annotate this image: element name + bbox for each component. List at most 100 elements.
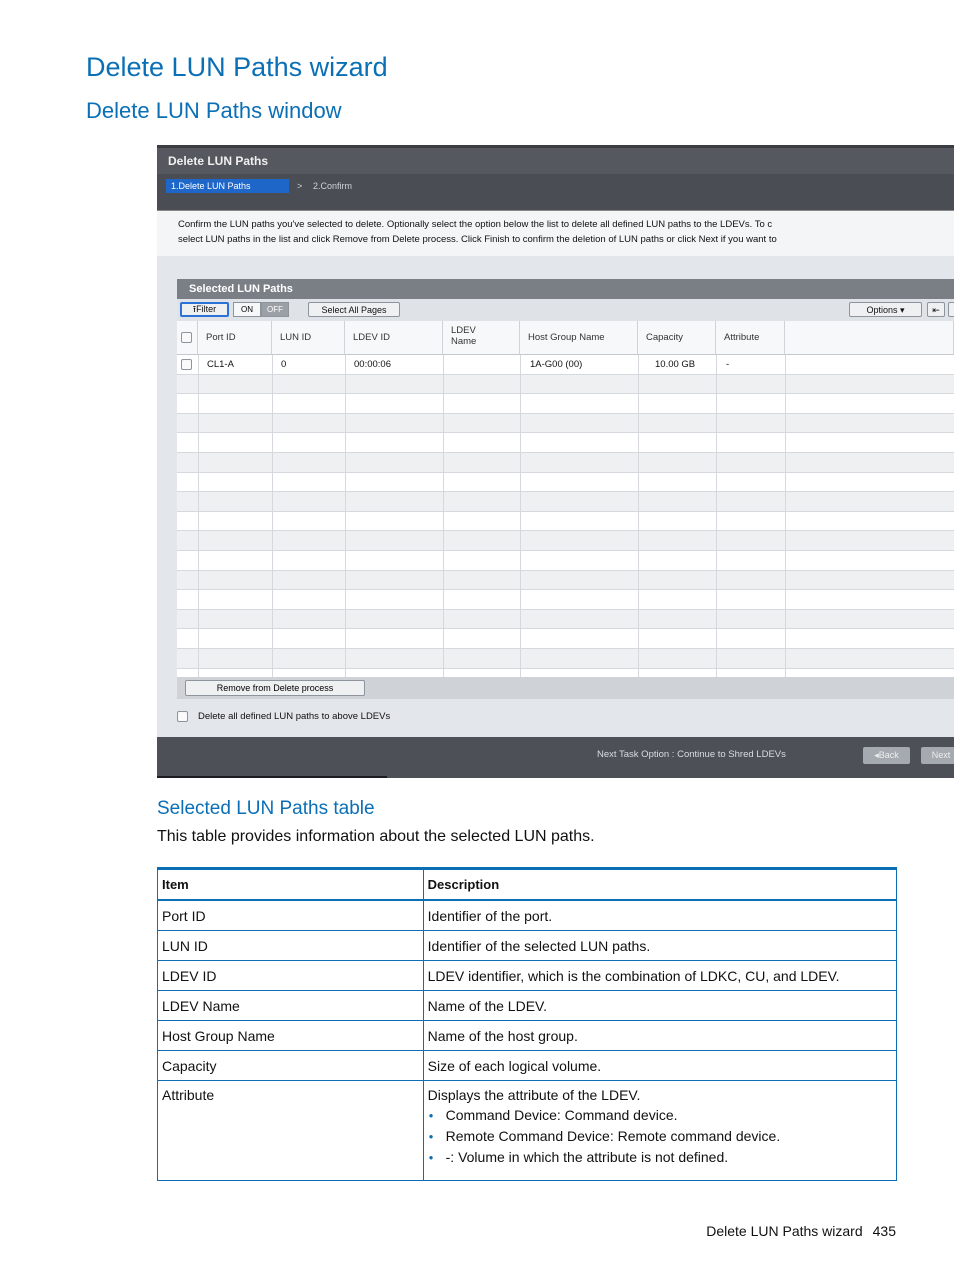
remove-from-delete-process-button[interactable]: Remove from Delete process [185, 680, 365, 696]
table-row [177, 433, 954, 453]
prev-page-icon[interactable] [948, 302, 954, 317]
next-task-option[interactable]: Next Task Option : Continue to Shred LDE… [597, 749, 786, 760]
column-divider [785, 355, 786, 677]
window-footer: Next Task Option : Continue to Shred LDE… [157, 737, 954, 778]
table-row [177, 531, 954, 551]
column-header[interactable]: Capacity [638, 321, 716, 355]
item-cell: Capacity [157, 1050, 424, 1081]
list-item: -: Volume in which the attribute is not … [429, 1149, 892, 1165]
column-header[interactable]: Port ID [198, 321, 272, 355]
column-divider [198, 355, 199, 677]
column-divider [638, 355, 639, 677]
next-button[interactable]: Next [921, 747, 954, 764]
description-cell: LDEV identifier, which is the combinatio… [422, 960, 898, 991]
column-divider [520, 355, 521, 677]
table-row [177, 492, 954, 512]
select-all-checkbox[interactable] [181, 332, 192, 343]
table-row [177, 512, 954, 532]
item-cell: LDEV Name [157, 990, 424, 1021]
options-dropdown[interactable]: Options ▾ [849, 302, 922, 317]
select-all-pages-button[interactable]: Select All Pages [308, 302, 400, 317]
window-instructions: Confirm the LUN paths you've selected to… [157, 210, 954, 256]
table-row: LDEV ID LDEV identifier, which is the co… [157, 960, 898, 991]
column-divider [345, 355, 346, 677]
filter-on-toggle[interactable]: ON [233, 302, 261, 317]
table-row [177, 453, 954, 473]
cell-host-group: 1A-G00 (00) [530, 359, 583, 370]
item-cell: Port ID [157, 899, 424, 931]
table-section-title: Selected LUN Paths table [157, 798, 375, 819]
attribute-bullet-list: Command Device: Command device. Remote C… [428, 1107, 892, 1165]
column-header[interactable]: Attribute [716, 321, 785, 355]
table-row [177, 473, 954, 493]
description-cell: Identifier of the port. [422, 899, 898, 931]
column-header-label: LDEV Name [451, 325, 477, 347]
table-row: Host Group Name Name of the host group. [157, 1020, 898, 1051]
step-separator: > [297, 181, 303, 191]
column-header-empty [785, 321, 954, 355]
table-row: Port ID Identifier of the port. [157, 899, 898, 931]
description-cell: Size of each logical volume. [422, 1050, 898, 1081]
filter-button[interactable]: ⭱Filter [180, 302, 229, 317]
footer-title: Delete LUN Paths wizard [706, 1223, 863, 1239]
back-button[interactable]: ◂Back [863, 747, 910, 764]
item-cell: LDEV ID [157, 960, 424, 991]
item-cell: LUN ID [157, 930, 424, 961]
item-cell: Host Group Name [157, 1020, 424, 1051]
select-all-header [177, 321, 198, 355]
cell-ldev-id: 00:00:06 [354, 359, 391, 370]
table-row: LDEV Name Name of the LDEV. [157, 990, 898, 1021]
page-number: 435 [872, 1223, 896, 1239]
description-cell: Name of the host group. [422, 1020, 898, 1051]
table-row [177, 649, 954, 669]
row-checkbox[interactable] [181, 359, 192, 370]
instruction-line-1: Confirm the LUN paths you've selected to… [178, 219, 773, 230]
section-heading: Delete LUN Paths window [86, 98, 342, 123]
filter-off-toggle[interactable]: OFF [261, 302, 289, 317]
description-cell: Name of the LDEV. [422, 990, 898, 1021]
table-row [177, 413, 954, 434]
attribute-description: Displays the attribute of the LDEV. [427, 1087, 641, 1103]
step-confirm[interactable]: 2.Confirm [313, 179, 352, 193]
cell-port-id: CL1-A [207, 359, 234, 370]
cell-lun-id: 0 [281, 359, 287, 370]
header-description: Description [422, 868, 898, 901]
instruction-line-2: select LUN paths in the list and click R… [178, 234, 777, 245]
table-row [177, 394, 954, 414]
table-header-row: Item Description [157, 868, 898, 901]
panel-toolbar: ⭱Filter ON OFF Select All Pages Options … [177, 299, 954, 321]
table-row [177, 629, 954, 649]
window-bottom-edge [157, 776, 387, 778]
column-header[interactable]: LUN ID [272, 321, 345, 355]
item-cell: Attribute [157, 1080, 424, 1181]
table-row: Capacity Size of each logical volume. [157, 1050, 898, 1081]
column-divider [716, 355, 717, 677]
list-item: Remote Command Device: Remote command de… [429, 1128, 892, 1144]
delete-lun-paths-window-screenshot: Delete LUN Paths 1.Delete LUN Paths > 2.… [157, 145, 954, 778]
description-cell: Identifier of the selected LUN paths. [422, 930, 898, 961]
item-description-table: Item Description Port ID Identifier of t… [157, 867, 898, 1181]
table-row: LUN ID Identifier of the selected LUN pa… [157, 930, 898, 961]
step-delete-lun-paths[interactable]: 1.Delete LUN Paths [166, 179, 289, 193]
page-heading: Delete LUN Paths wizard [86, 52, 388, 82]
panel-title: Selected LUN Paths [177, 279, 954, 299]
table-row [177, 374, 954, 395]
description-cell: Displays the attribute of the LDEV. Comm… [422, 1080, 898, 1181]
table-row [177, 551, 954, 571]
column-divider [272, 355, 273, 677]
column-header[interactable]: LDEV ID [345, 321, 443, 355]
table-intro: This table provides information about th… [157, 828, 595, 845]
header-item: Item [157, 868, 424, 901]
table-row [177, 609, 954, 630]
column-header[interactable]: LDEV Name [443, 321, 520, 355]
first-page-icon[interactable]: ⇤ [927, 302, 945, 317]
panel-bottom-bar: Remove from Delete process [177, 677, 954, 699]
column-header[interactable]: Host Group Name [520, 321, 638, 355]
delete-all-label: Delete all defined LUN paths to above LD… [198, 711, 391, 722]
cell-capacity: 10.00 GB [655, 359, 696, 370]
column-divider [443, 355, 444, 677]
wizard-steps-bar: 1.Delete LUN Paths > 2.Confirm [157, 174, 954, 210]
table-row: Attribute Displays the attribute of the … [157, 1080, 898, 1181]
lun-paths-grid: Port ID LUN ID LDEV ID LDEV Name Host Gr… [177, 321, 954, 677]
delete-all-checkbox[interactable] [177, 711, 188, 722]
